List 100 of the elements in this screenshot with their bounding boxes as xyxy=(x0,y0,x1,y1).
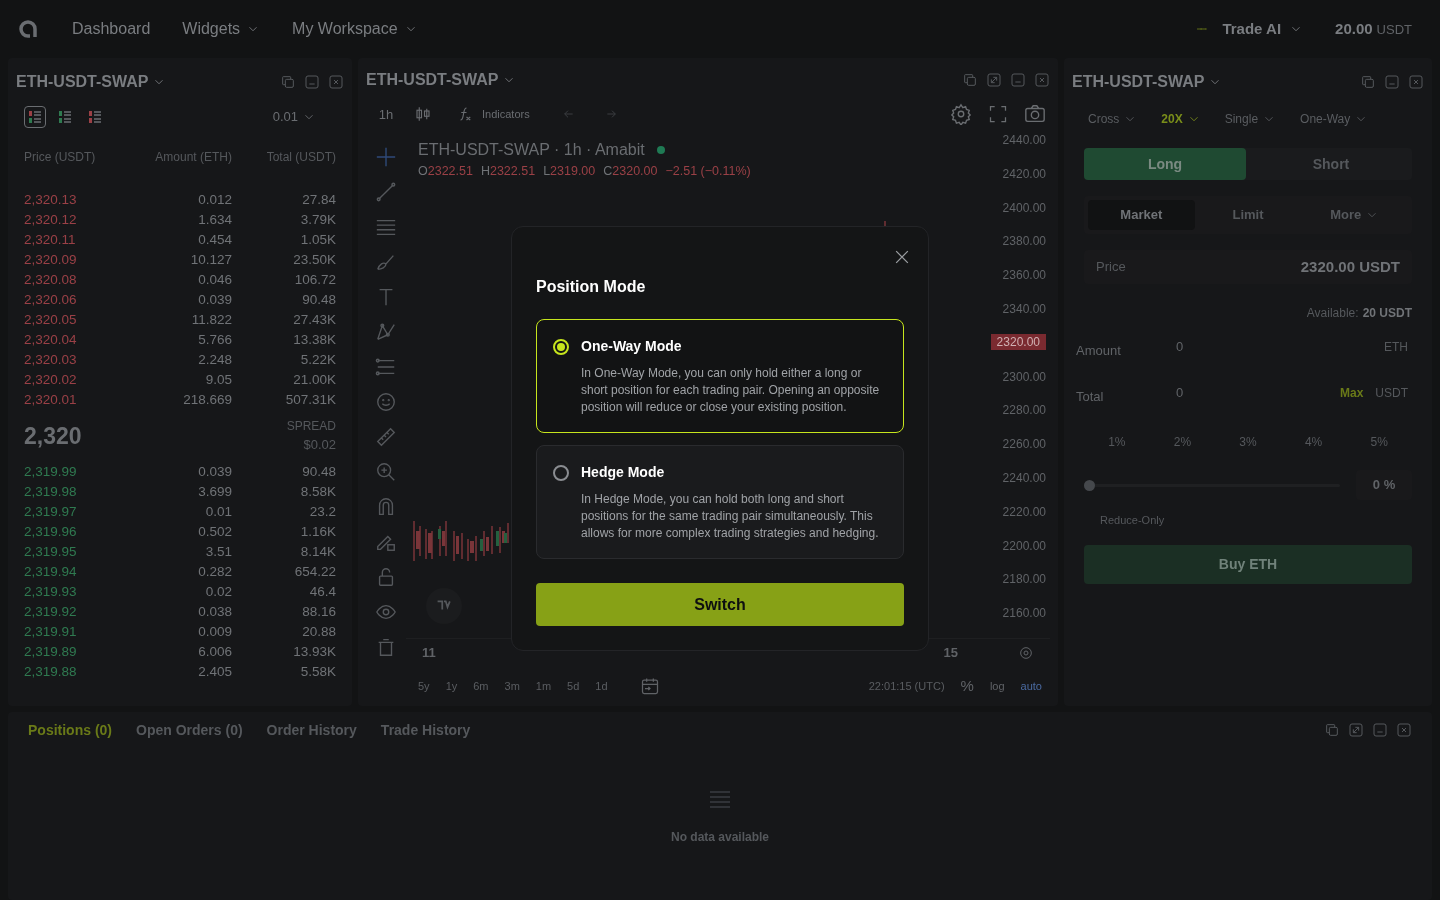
logo-icon[interactable] xyxy=(16,17,40,41)
leverage-option-dropdown[interactable]: Single xyxy=(1224,110,1277,128)
buy-button[interactable]: Buy ETH xyxy=(1084,544,1412,584)
amount-cell-text: 10.127 xyxy=(189,251,232,269)
order-type-tab[interactable]: Limit xyxy=(1194,200,1302,230)
scale-button[interactable]: auto xyxy=(1020,677,1042,695)
ohlc-value: C2320.00 xyxy=(603,163,658,181)
total-cell-text: 654.22 xyxy=(293,563,336,581)
price-cell-text: 2,320.13 xyxy=(24,191,78,209)
total-cell-text: 23.50K xyxy=(292,251,336,269)
bottom-tab[interactable]: Trade History xyxy=(380,719,471,741)
total-cell-text: 13.93K xyxy=(292,643,336,661)
mode-option-card[interactable]: Hedge Mode In Hedge Mode, you can hold both long and short positions for the same trading pair simultaneously. This allows for more complex trading strategies and hedging. xyxy=(536,445,904,559)
range-button[interactable]: 1y xyxy=(445,677,458,695)
minimize-icon[interactable] xyxy=(1010,72,1026,89)
total-cell-text: 3.79K xyxy=(299,211,336,229)
trade-ai-button[interactable]: Trade AI xyxy=(1190,17,1304,41)
ohlc-value: H2322.51 xyxy=(480,163,536,181)
radio-button[interactable] xyxy=(553,465,569,481)
indicators-button[interactable]: Indicators xyxy=(456,105,530,124)
candles-icon[interactable] xyxy=(414,105,432,124)
input-field[interactable]: 0 ETH xyxy=(1164,330,1420,364)
order-book-view-toggle[interactable] xyxy=(24,106,46,128)
scale-button[interactable]: % xyxy=(960,674,974,698)
price-cell-text: 2,320.08 xyxy=(24,271,78,289)
range-button[interactable]: 6m xyxy=(473,677,489,695)
leverage-option-dropdown[interactable]: Cross xyxy=(1088,110,1138,128)
trend-line-icon[interactable] xyxy=(375,181,397,204)
price-cell-text: 2,320.06 xyxy=(24,291,78,309)
amount-cell-text: 11.822 xyxy=(190,311,232,329)
minimize-icon[interactable] xyxy=(1372,722,1388,738)
empty-state-text: No data available xyxy=(670,829,769,846)
amount-cell-text: 3.51 xyxy=(204,543,232,561)
copy-icon[interactable] xyxy=(280,74,296,90)
panel-title-dropdown[interactable]: ETH-USDT-SWAP xyxy=(366,68,517,93)
range-button[interactable]: 1d xyxy=(595,677,608,695)
axis-tick-label: 2160.00 xyxy=(1002,605,1046,623)
range-button[interactable]: 3m xyxy=(504,677,520,695)
field-label: Total xyxy=(1076,388,1105,407)
panel-title-dropdown[interactable]: ETH-USDT-SWAP xyxy=(16,70,167,94)
last-price: 2,320 xyxy=(24,421,82,451)
option-description: In Hedge Mode, you can hold both long and short positions for the same trading pair simultaneously. This allows for more complex trading strategies and hedging. xyxy=(581,491,880,542)
range-button[interactable]: 1m xyxy=(535,677,552,695)
total-cell-text: 13.38K xyxy=(292,331,336,349)
tick-size-dropdown[interactable]: 0.01 xyxy=(272,107,316,127)
bottom-tab[interactable]: Order History xyxy=(266,719,357,741)
switch-button[interactable]: Switch xyxy=(536,583,904,626)
minimize-icon[interactable] xyxy=(1384,74,1400,90)
nav-menu-item[interactable]: Widgets xyxy=(182,17,261,41)
range-button[interactable]: 5y xyxy=(418,677,430,695)
amount-cell-text: 0.009 xyxy=(197,623,232,641)
interval-button[interactable]: 1h xyxy=(366,104,406,125)
percent-button[interactable]: 1% xyxy=(1084,430,1150,454)
amount-cell-text: 0.02 xyxy=(204,583,232,601)
total-cell-text: 46.4 xyxy=(308,583,336,601)
total-cell-text: 27.84 xyxy=(301,191,336,209)
nav-menu-item[interactable]: Dashboard xyxy=(72,17,151,41)
input-field[interactable]: 0 Max USDT xyxy=(1164,376,1420,410)
price-cell-text: 2,320.04 xyxy=(24,331,78,349)
calendar-range-icon[interactable] xyxy=(639,676,660,696)
amount-cell-text: 0.038 xyxy=(197,603,232,621)
expand-icon[interactable] xyxy=(1348,722,1364,738)
side-tab[interactable]: Long xyxy=(1084,148,1246,180)
amount-cell-text: 0.454 xyxy=(197,231,232,249)
minimize-icon[interactable] xyxy=(304,74,320,90)
panel-title-dropdown[interactable]: ETH-USDT-SWAP xyxy=(1072,70,1223,94)
mode-option-card[interactable]: One-Way Mode In One-Way Mode, you can only hold either a long or short position for each trading pair. Opening an opposite position will reduce or close your existing position. xyxy=(536,319,904,433)
ruler-icon[interactable] xyxy=(375,426,397,449)
leverage-option-dropdown[interactable]: One-Way xyxy=(1300,110,1369,128)
total-cell-text: 8.14K xyxy=(299,543,336,561)
percent-button[interactable]: 5% xyxy=(1346,430,1412,454)
amount-cell-text: 0.01 xyxy=(204,503,232,521)
order-type-tab[interactable]: Market xyxy=(1088,200,1195,230)
percent-button[interactable]: 4% xyxy=(1280,430,1347,454)
settings-icon[interactable] xyxy=(950,103,972,126)
amount-cell-text: 1.634 xyxy=(197,211,232,229)
slider-thumb[interactable] xyxy=(1084,479,1095,491)
nav-menu-item[interactable]: My Workspace xyxy=(292,17,418,41)
ohlc-value: L2319.00 xyxy=(543,163,596,181)
copy-icon[interactable] xyxy=(962,72,978,89)
bottom-tab[interactable]: Positions (0) xyxy=(28,719,112,741)
price-cell-text: 2,319.92 xyxy=(24,603,78,621)
percent-button[interactable]: 3% xyxy=(1215,430,1281,454)
side-tab[interactable]: Short xyxy=(1250,148,1412,180)
scale-button[interactable]: log xyxy=(989,677,1005,695)
copy-icon[interactable] xyxy=(1324,722,1340,738)
amount-cell-text: 9.05 xyxy=(204,371,232,389)
range-button[interactable]: 5d xyxy=(567,677,580,695)
crosshair-icon[interactable] xyxy=(375,146,397,169)
emoji-icon[interactable] xyxy=(375,391,397,414)
leverage-option-dropdown[interactable]: 20X xyxy=(1161,110,1201,128)
fullscreen-icon[interactable] xyxy=(988,104,1008,125)
expand-icon[interactable] xyxy=(986,72,1002,89)
slider[interactable] xyxy=(1084,479,1340,491)
copy-icon[interactable] xyxy=(1360,74,1376,90)
bottom-tab[interactable]: Open Orders (0) xyxy=(136,719,243,741)
total-cell-text: 90.48 xyxy=(301,463,336,481)
percent-button[interactable]: 2% xyxy=(1149,430,1216,454)
settings-icon[interactable] xyxy=(1018,644,1034,661)
order-type-tab[interactable]: More xyxy=(1301,200,1408,230)
